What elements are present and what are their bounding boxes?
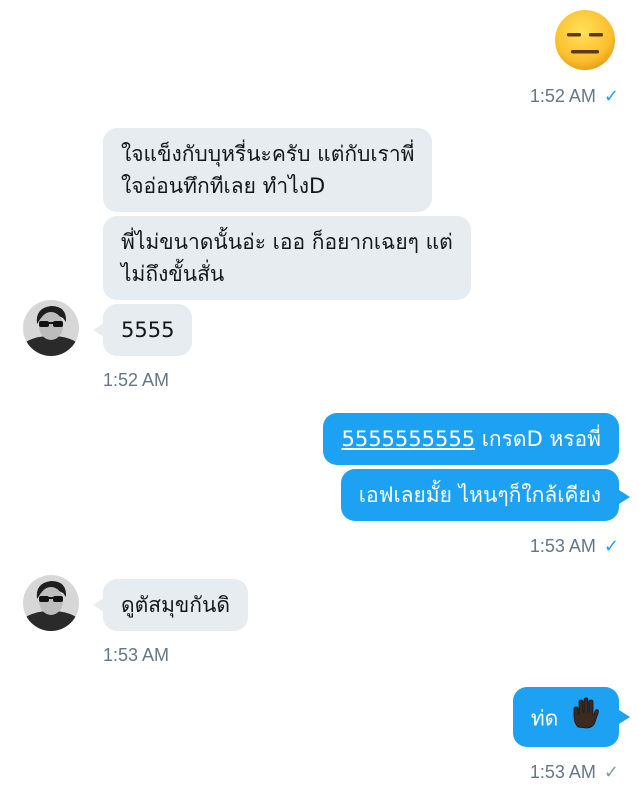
- message-text-line: พี่ไม่ขนาดนั้นอ่ะ เออ ก็อยากเฉยๆ แต่: [121, 230, 453, 254]
- outgoing-message[interactable]: ท่ด: [512, 687, 619, 747]
- message-timestamp: 1:53 AM ✓: [530, 762, 619, 783]
- avatar-photo-icon: [23, 575, 79, 631]
- dm-conversation: 1:52 AM ✓ ใจแข็งกับบุหรี่นะครับ แต่กับเรา…: [0, 0, 639, 790]
- incoming-message[interactable]: 5555: [103, 304, 193, 356]
- timestamp-text: 1:53 AM: [103, 645, 170, 665]
- incoming-message[interactable]: ใจแข็งกับบุหรี่นะครับ แต่กับเราพี่ ใจอ่อ…: [103, 128, 433, 212]
- sent-check-icon: ✓: [603, 762, 619, 782]
- incoming-message[interactable]: ดูตัสมุขกันดิ: [103, 579, 248, 631]
- sender-avatar[interactable]: [23, 300, 79, 356]
- timestamp-text: 1:52 AM: [103, 370, 170, 390]
- message-timestamp: 1:53 AM ✓: [530, 536, 619, 557]
- message-timestamp: 1:52 AM: [103, 370, 169, 391]
- message-text: ท่ด: [530, 706, 559, 731]
- message-text-line: ใจแข็งกับบุหรี่นะครับ แต่กับเราพี่: [121, 142, 415, 166]
- message-text-line: ใจอ่อนทึกทีเลย ทำไงD: [121, 174, 326, 198]
- message-timestamp: 1:53 AM: [103, 645, 169, 666]
- message-text: เอฟเลยมั้ย ไหนๆก็ใกล้เคียง: [358, 483, 601, 507]
- message-text: ดูตัสมุขกันดิ: [121, 593, 230, 617]
- message-timestamp: 1:52 AM ✓: [530, 86, 619, 107]
- bubble-tail: [619, 490, 630, 504]
- expressionless-face-emoji: [555, 10, 615, 70]
- message-text-line: ไม่ถึงขั้นสั่น: [121, 262, 225, 286]
- timestamp-text: 1:52 AM: [529, 86, 596, 106]
- timestamp-text: 1:53 AM: [529, 762, 596, 782]
- outgoing-message[interactable]: เอฟเลยมั้ย ไหนๆก็ใกล้เคียง: [340, 469, 619, 521]
- avatar-photo-icon: [23, 300, 79, 356]
- read-check-icon: ✓: [603, 86, 619, 106]
- sender-avatar[interactable]: [23, 575, 79, 631]
- message-text: เกรดD หรอพี่: [475, 427, 601, 451]
- raised-hand-emoji-icon: [571, 697, 601, 742]
- read-check-icon: ✓: [603, 536, 619, 556]
- message-text: 5555: [121, 318, 175, 342]
- bubble-tail: [619, 710, 630, 724]
- timestamp-text: 1:53 AM: [529, 536, 596, 556]
- incoming-message[interactable]: พี่ไม่ขนาดนั้นอ่ะ เออ ก็อยากเฉยๆ แต่ ไม่…: [103, 216, 471, 300]
- message-link[interactable]: 5555555555: [341, 427, 475, 451]
- outgoing-message[interactable]: 5555555555 เกรดD หรอพี่: [323, 413, 619, 465]
